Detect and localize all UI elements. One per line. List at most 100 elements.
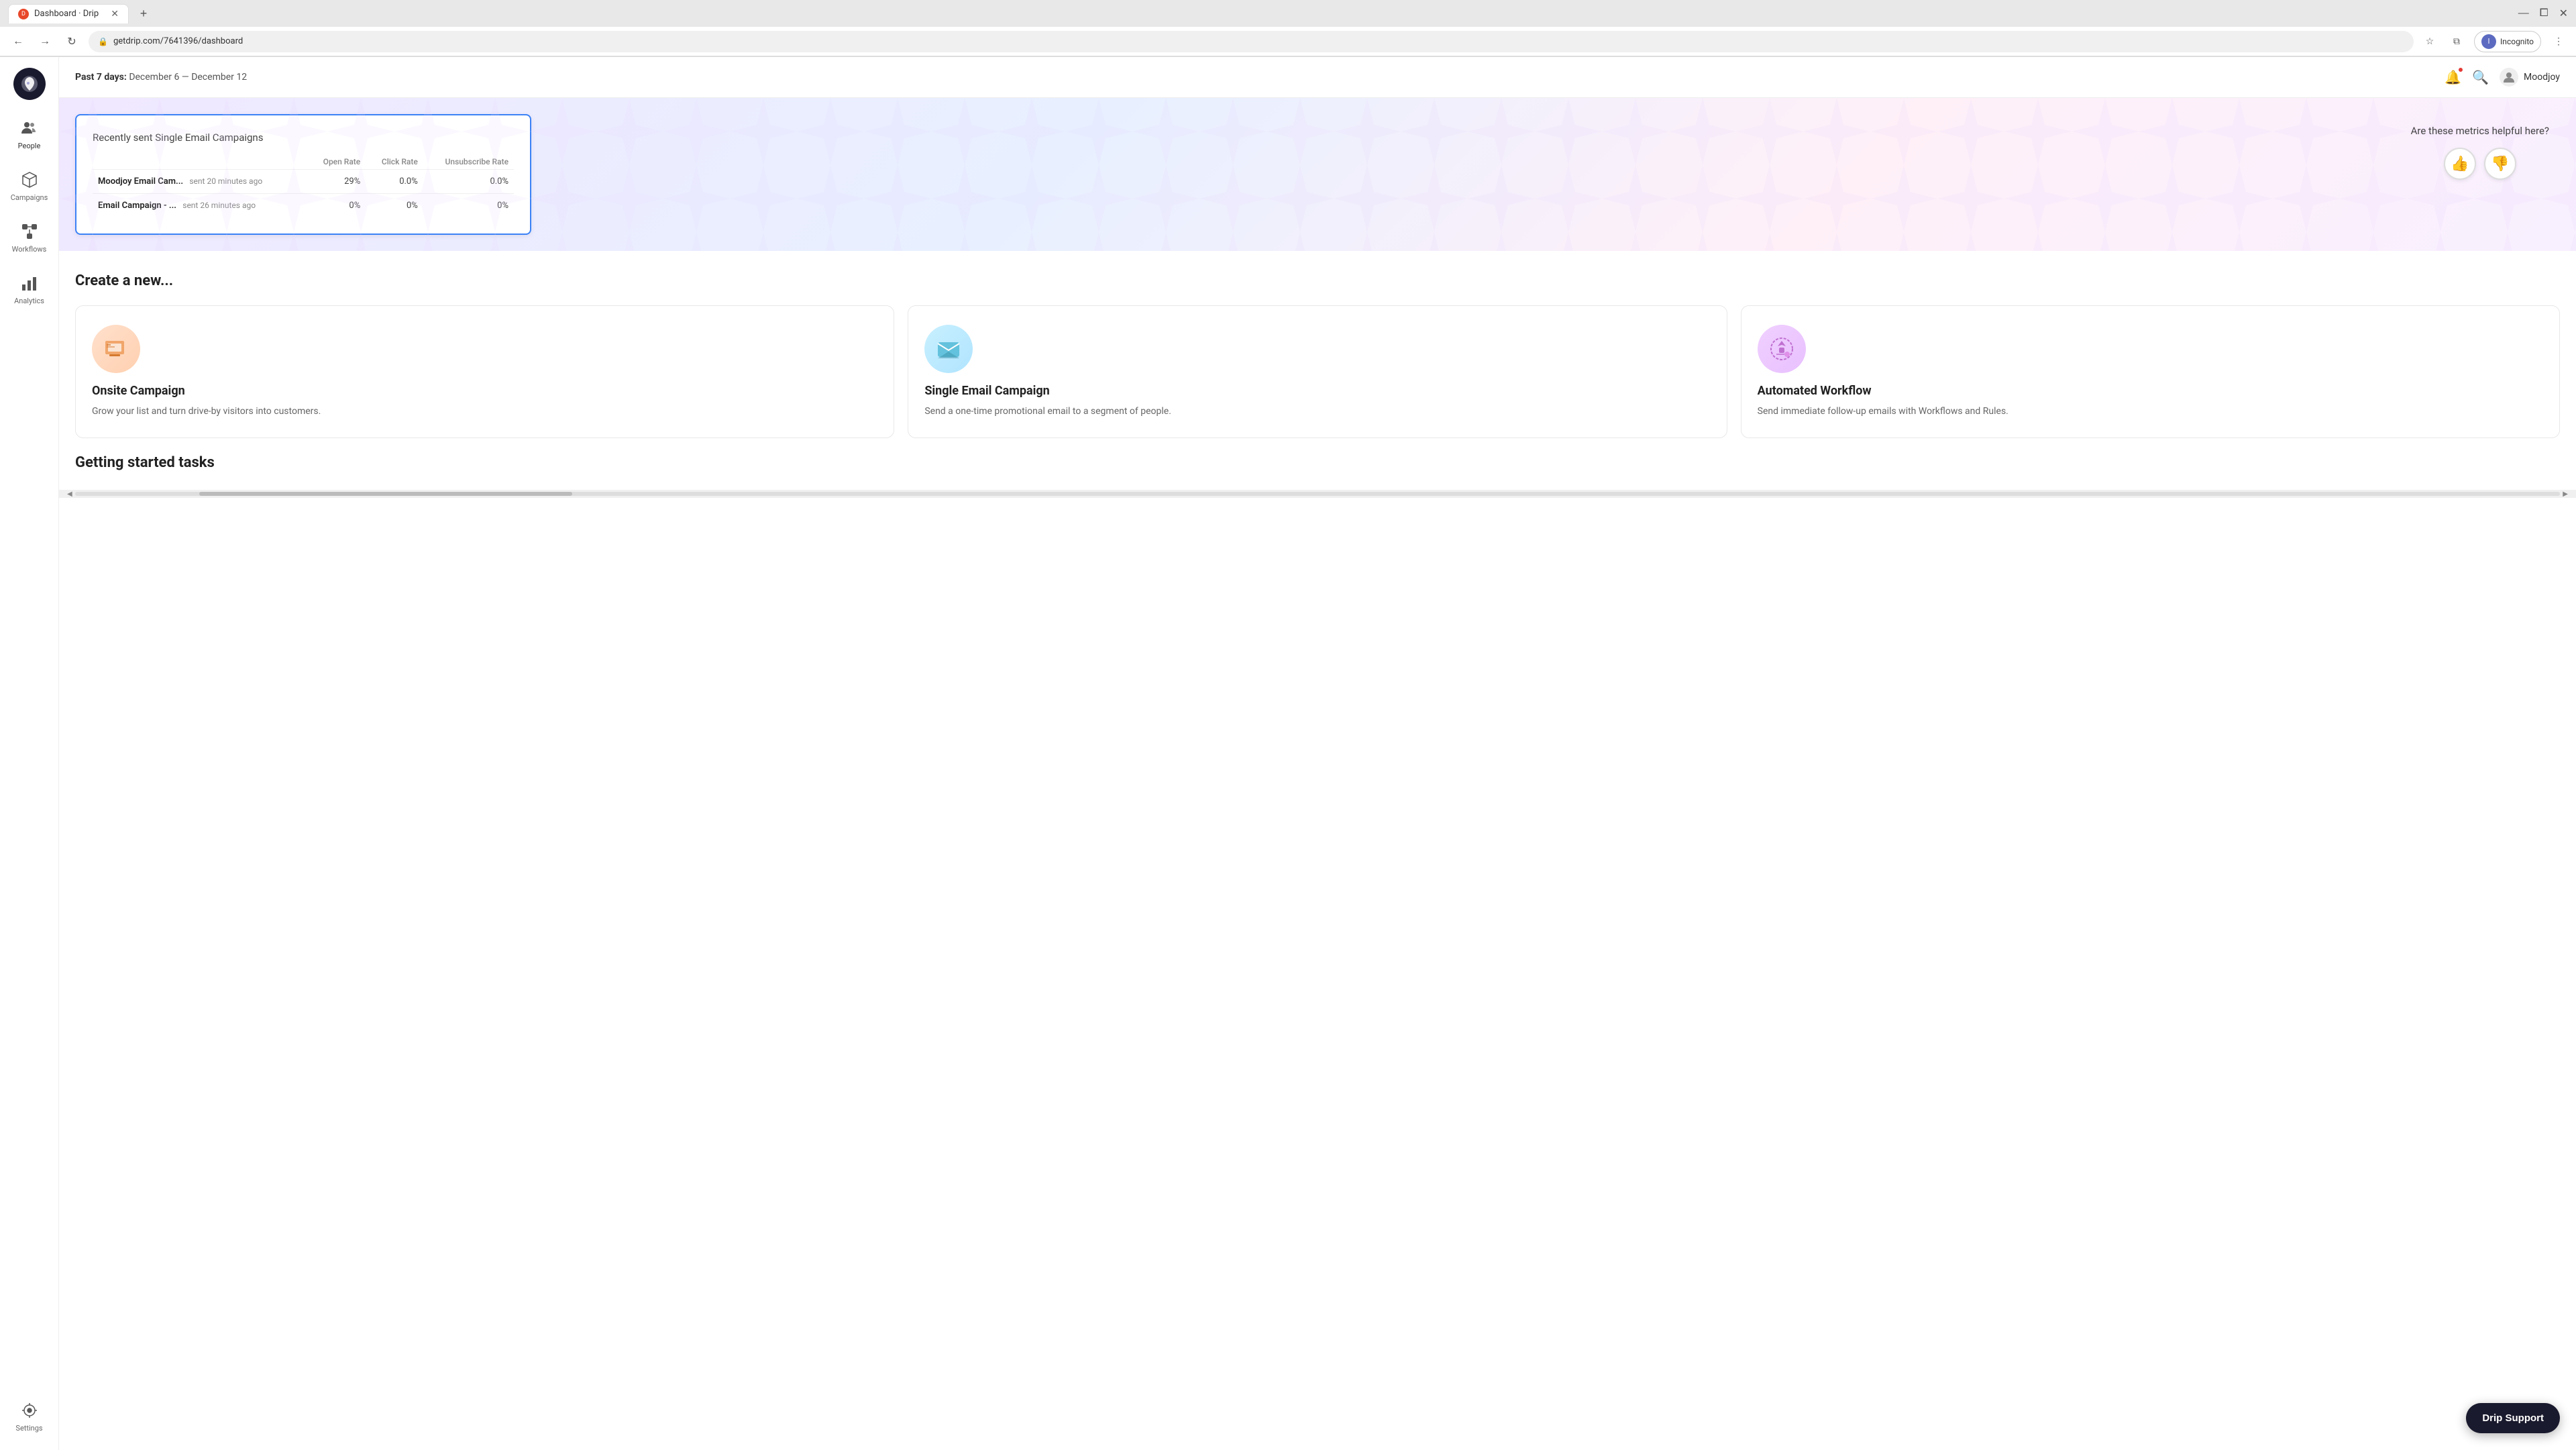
onsite-campaign-card[interactable]: Onsite Campaign Grow your list and turn … (75, 305, 894, 438)
notifications-button[interactable]: 🔔 (2445, 69, 2461, 85)
workflows-icon (19, 221, 40, 242)
drip-logo-icon (20, 74, 39, 93)
sidebar-workflows-label: Workflows (12, 245, 47, 254)
toolbar-right: ☆ ⧉ I Incognito ⋮ (2420, 31, 2568, 52)
hero-section: Recently sent Single Email Campaigns Ope… (59, 98, 2576, 251)
app-container: People Campaigns (0, 57, 2576, 1450)
col-unsubscribe-rate: Unsubscribe Rate (423, 154, 514, 170)
campaign-name: Email Campaign - ... (98, 201, 176, 211)
thumbs-up-button[interactable]: 👍 (2444, 148, 2476, 180)
search-button[interactable]: 🔍 (2472, 69, 2489, 85)
scroll-left-button[interactable]: ◀ (64, 490, 75, 498)
user-menu-button[interactable]: Moodjoy (2500, 68, 2560, 87)
thumbs-up-icon: 👍 (2451, 155, 2469, 172)
table-row: Email Campaign - ... sent 26 minutes ago… (93, 194, 514, 218)
sidebar-item-settings[interactable]: Settings (4, 1393, 55, 1439)
reload-button[interactable]: ↻ (62, 32, 82, 52)
browser-titlebar: D Dashboard · Drip ✕ + — ⧠ ✕ (0, 0, 2576, 27)
sidebar-logo[interactable] (13, 68, 46, 100)
minimize-button[interactable]: — (2518, 7, 2529, 20)
drip-support-label: Drip Support (2482, 1412, 2544, 1424)
getting-started-section: Getting started tasks (59, 454, 2576, 490)
extension-button[interactable]: ⧉ (2447, 32, 2466, 51)
campaigns-table: Open Rate Click Rate Unsubscribe Rate Mo… (93, 154, 514, 217)
settings-icon (19, 1400, 40, 1421)
create-section: Create a new... Onsite Campaign (59, 251, 2576, 454)
sidebar-people-label: People (18, 142, 41, 150)
onsite-campaign-icon (92, 325, 140, 373)
new-tab-button[interactable]: + (134, 4, 153, 23)
sidebar-campaigns-label: Campaigns (11, 193, 48, 202)
onsite-card-desc: Grow your list and turn drive-by visitor… (92, 405, 877, 419)
sidebar-item-campaigns[interactable]: Campaigns (4, 162, 55, 209)
campaign-time: sent 26 minutes ago (182, 201, 256, 210)
workflow-card-desc: Send immediate follow-up emails with Wor… (1758, 405, 2543, 419)
workflow-card-title: Automated Workflow (1758, 384, 2543, 398)
click-rate-value: 0.0% (366, 170, 423, 194)
campaigns-card-title: Recently sent Single Email Campaigns (93, 132, 514, 144)
single-email-card[interactable]: Single Email Campaign Send a one-time pr… (908, 305, 1727, 438)
metrics-feedback: Are these metrics helpful here? 👍 👎 (2411, 125, 2549, 180)
sidebar: People Campaigns (0, 57, 59, 1450)
browser-toolbar: ← → ↻ 🔒 getdrip.com/7641396/dashboard ☆ … (0, 27, 2576, 56)
user-name: Moodjoy (2524, 72, 2560, 83)
tab-close-button[interactable]: ✕ (111, 9, 119, 19)
user-avatar-icon (2500, 68, 2518, 87)
scroll-track[interactable] (75, 492, 2561, 496)
thumbs-down-button[interactable]: 👎 (2484, 148, 2516, 180)
unsubscribe-rate-value: 0% (423, 194, 514, 218)
click-rate-value: 0% (366, 194, 423, 218)
horizontal-scrollbar[interactable]: ◀ ▶ (59, 490, 2576, 498)
account-button[interactable]: I Incognito (2474, 31, 2541, 52)
sidebar-settings-label: Settings (15, 1424, 42, 1433)
account-label: Incognito (2500, 37, 2534, 46)
workflow-card[interactable]: Automated Workflow Send immediate follow… (1741, 305, 2560, 438)
content-header: Past 7 days: December 6 — December 12 🔔 … (59, 57, 2576, 98)
window-controls: — ⧠ ✕ (2518, 7, 2568, 20)
metrics-question: Are these metrics helpful here? (2411, 125, 2549, 137)
notification-badge (2457, 66, 2464, 73)
close-button[interactable]: ✕ (2559, 7, 2568, 20)
forward-button[interactable]: → (35, 32, 55, 52)
drip-support-button[interactable]: Drip Support (2466, 1403, 2560, 1433)
campaigns-icon (19, 169, 40, 191)
open-rate-value: 29% (307, 170, 366, 194)
scroll-thumb[interactable] (199, 492, 572, 496)
table-row: Moodjoy Email Cam... sent 20 minutes ago… (93, 170, 514, 194)
date-range: Past 7 days: December 6 — December 12 (75, 72, 247, 83)
open-rate-value: 0% (307, 194, 366, 218)
back-button[interactable]: ← (8, 32, 28, 52)
sidebar-analytics-label: Analytics (14, 297, 44, 305)
col-click-rate: Click Rate (366, 154, 423, 170)
browser-chrome: D Dashboard · Drip ✕ + — ⧠ ✕ ← → ↻ 🔒 get… (0, 0, 2576, 57)
getting-started-title: Getting started tasks (75, 454, 2560, 471)
main-content: Past 7 days: December 6 — December 12 🔔 … (59, 57, 2576, 1450)
sidebar-item-people[interactable]: People (4, 111, 55, 157)
campaigns-card: Recently sent Single Email Campaigns Ope… (75, 114, 531, 235)
browser-tab[interactable]: D Dashboard · Drip ✕ (8, 4, 129, 23)
date-range-text: December 6 — December 12 (129, 72, 247, 83)
scroll-right-button[interactable]: ▶ (2560, 490, 2571, 498)
campaign-name: Moodjoy Email Cam... (98, 176, 183, 187)
campaign-time: sent 20 minutes ago (189, 176, 262, 186)
maximize-button[interactable]: ⧠ (2540, 7, 2548, 20)
avatar-icon: I (2481, 34, 2496, 49)
sidebar-item-analytics[interactable]: Analytics (4, 266, 55, 312)
create-cards-grid: Onsite Campaign Grow your list and turn … (75, 305, 2560, 438)
col-open-rate: Open Rate (307, 154, 366, 170)
address-bar[interactable]: 🔒 getdrip.com/7641396/dashboard (89, 31, 2414, 52)
menu-button[interactable]: ⋮ (2549, 32, 2568, 51)
people-icon (19, 117, 40, 139)
onsite-card-title: Onsite Campaign (92, 384, 877, 398)
favicon-icon: D (18, 9, 29, 19)
bookmark-button[interactable]: ☆ (2420, 32, 2439, 51)
url-text: getdrip.com/7641396/dashboard (113, 36, 243, 46)
tab-title: Dashboard · Drip (34, 9, 99, 19)
col-campaign (93, 154, 307, 170)
sidebar-item-workflows[interactable]: Workflows (4, 214, 55, 260)
lock-icon: 🔒 (98, 37, 108, 46)
header-actions: 🔔 🔍 Moodjoy (2445, 68, 2560, 87)
workflow-icon (1758, 325, 1806, 373)
thumbs-down-icon: 👎 (2491, 155, 2509, 172)
email-card-desc: Send a one-time promotional email to a s… (924, 405, 1710, 419)
